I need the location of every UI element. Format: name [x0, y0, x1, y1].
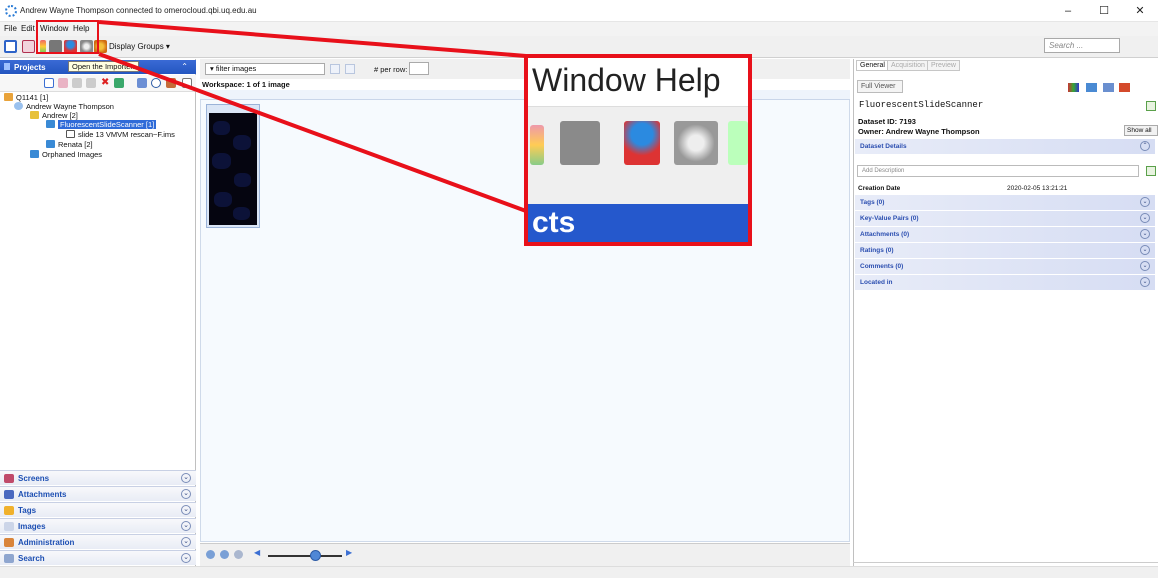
palette-icon [530, 125, 544, 165]
grid-icon [560, 121, 600, 165]
settings-gear-icon [674, 121, 718, 165]
gear-icon [728, 121, 748, 165]
user-icon [624, 121, 660, 165]
zoom-header-strip: cts [528, 204, 748, 242]
zoom-toolbar [528, 106, 748, 216]
zoom-inset: Window Help cts [524, 54, 752, 246]
zoom-menu-text: Window Help [532, 62, 721, 98]
